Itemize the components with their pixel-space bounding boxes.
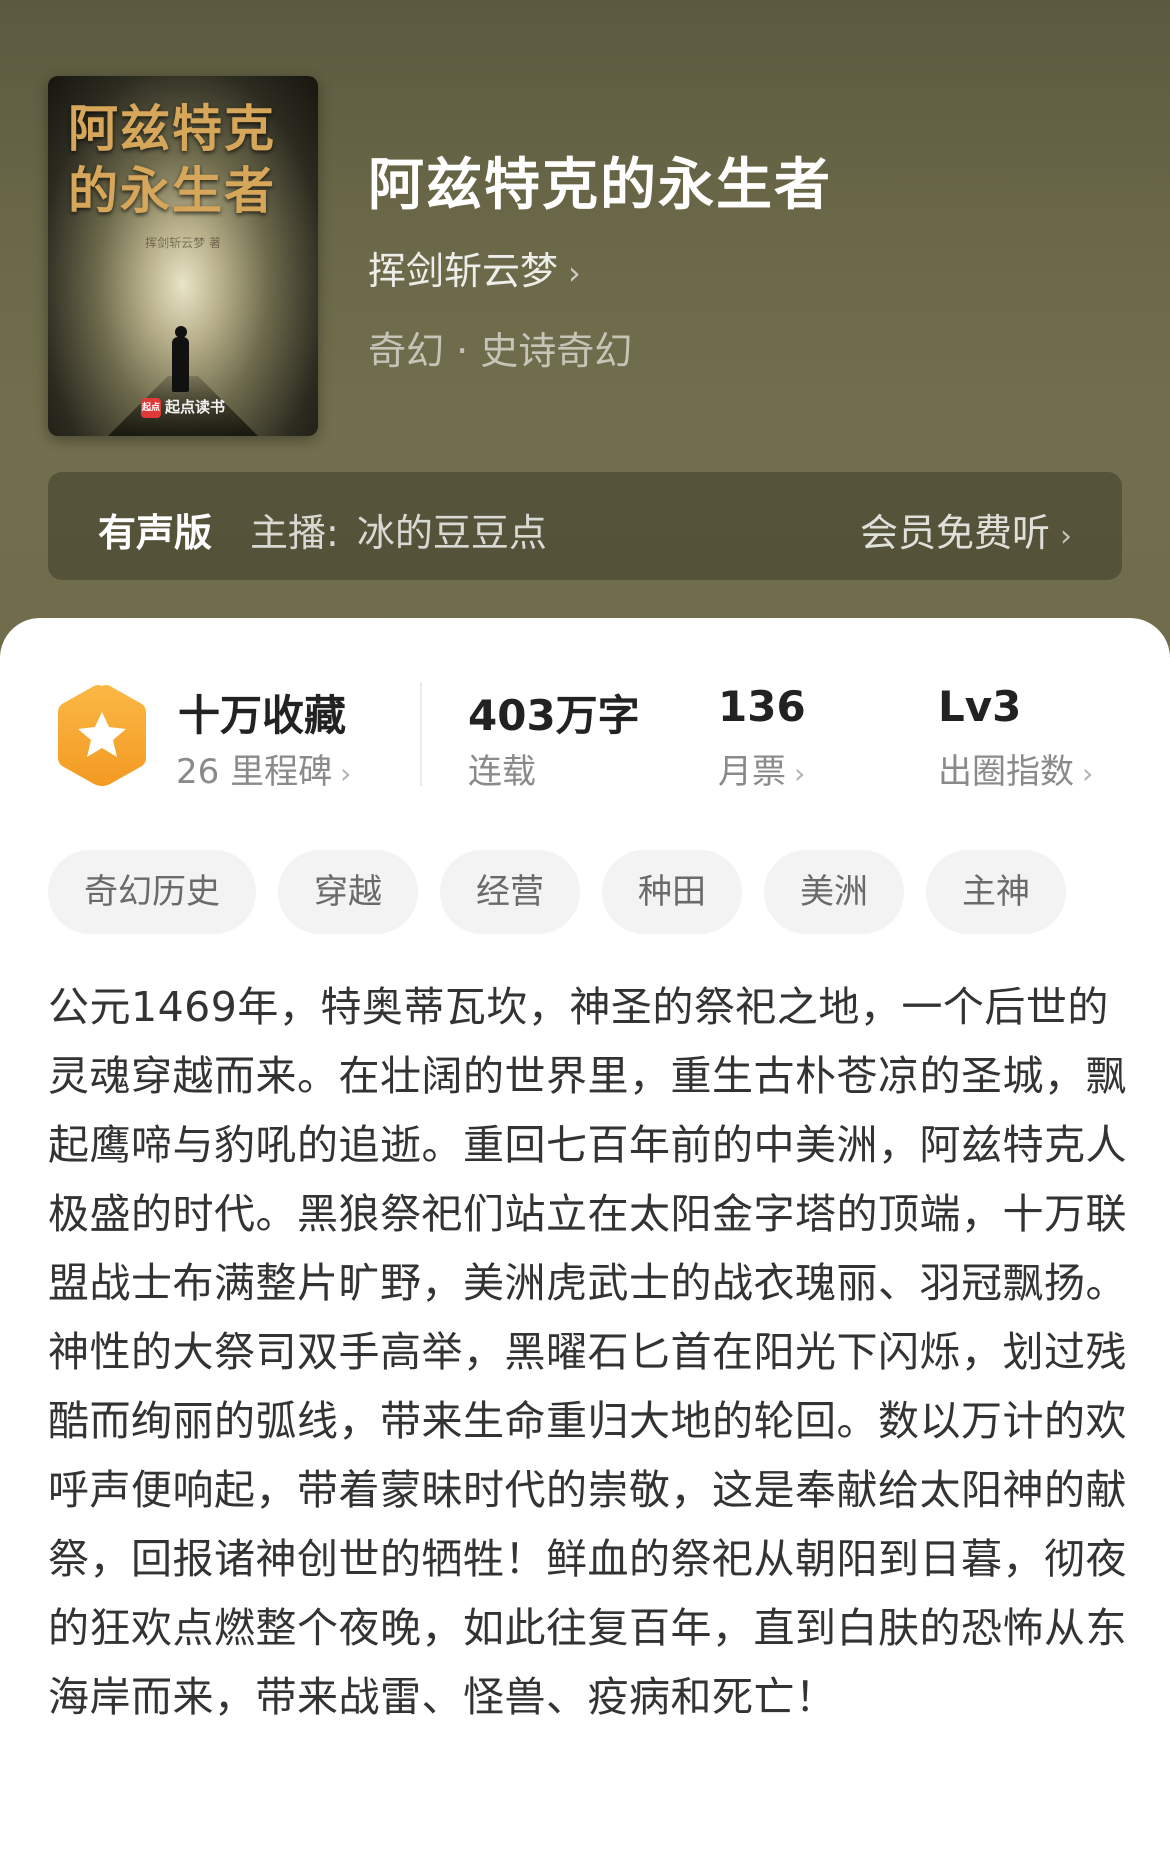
chevron-right-icon: › xyxy=(794,757,806,790)
publisher-logo-text: 起点读书 xyxy=(164,398,225,416)
publisher-logo-icon: 起点 xyxy=(140,397,161,418)
member-free-listen-label: 会员免费听 xyxy=(859,511,1050,555)
monthly-ticket-count: 136 xyxy=(718,682,806,731)
chevron-right-icon: › xyxy=(340,757,352,790)
audio-host: 主播: 冰的豆豆点 xyxy=(250,502,547,557)
audio-badge: 有声版 xyxy=(98,511,213,555)
description-paragraph: 神性的大祭司双手高举，黑曜石匕首在阳光下闪烁，划过残酷而绚丽的弧线，带来生命重归… xyxy=(48,1328,1127,1721)
cover-subtitle-art: 挥剑斩云梦 著 xyxy=(145,236,221,250)
tag-chip[interactable]: 经营 xyxy=(440,850,580,934)
stats-divider xyxy=(420,682,422,786)
book-category: 奇幻 · 史诗奇幻 xyxy=(368,329,633,373)
tag-chip[interactable]: 种田 xyxy=(602,850,742,934)
tag-chip[interactable]: 穿越 xyxy=(278,850,418,934)
author-name: 挥剑斩云梦 xyxy=(368,249,559,293)
tag-list: 奇幻历史 穿越 经营 种田 美洲 主神 xyxy=(48,850,1128,936)
chevron-right-icon: › xyxy=(1060,519,1072,554)
milestone-link[interactable]: 26 里程碑 › xyxy=(176,744,351,793)
tag-chip[interactable]: 美洲 xyxy=(764,850,904,934)
breakout-index-link[interactable]: 出圈指数 › xyxy=(938,744,1093,793)
serial-status: 连载 xyxy=(468,752,536,792)
monthly-ticket-label: 月票 xyxy=(718,752,786,792)
host-name: 冰的豆豆点 xyxy=(356,511,547,555)
author-link[interactable]: 挥剑斩云梦 › xyxy=(368,240,581,295)
book-detail-page: 阿兹特克 的永生者 挥剑斩云梦 著 起点 起点读书 阿兹特克的永生者 挥剑斩云梦 ›… xyxy=(0,0,1170,1860)
cover-figure-graphic xyxy=(170,326,190,392)
level-value: Lv3 xyxy=(938,682,1022,731)
monthly-ticket-link[interactable]: 月票 › xyxy=(718,744,805,793)
star-hexagon-icon xyxy=(58,685,146,786)
publisher-logo: 起点 起点读书 xyxy=(48,396,318,418)
collect-title: 十万收藏 xyxy=(178,691,347,740)
book-cover[interactable]: 阿兹特克 的永生者 挥剑斩云梦 著 起点 起点读书 xyxy=(48,76,318,436)
chevron-right-icon: › xyxy=(568,254,581,292)
milestone-label: 26 里程碑 xyxy=(176,752,333,792)
member-free-listen-link[interactable]: 会员免费听 › xyxy=(860,502,1072,557)
chevron-right-icon: › xyxy=(1082,757,1094,790)
book-header: 阿兹特克 的永生者 挥剑斩云梦 著 起点 起点读书 阿兹特克的永生者 挥剑斩云梦 ›… xyxy=(0,0,1170,660)
book-description: 公元1469年，特奥蒂瓦坎，神圣的祭祀之地，一个后世的灵魂穿越而来。在壮阔的世界… xyxy=(48,973,1128,1732)
word-count: 403万字 xyxy=(468,691,640,740)
tag-chip[interactable]: 奇幻历史 xyxy=(48,850,256,934)
tag-chip[interactable]: 主神 xyxy=(926,850,1066,934)
book-title: 阿兹特克的永生者 xyxy=(368,153,832,218)
book-info-card: 十万收藏 26 里程碑 › 403万字 连载 136 月票 › Lv3 出圈指数 › … xyxy=(0,618,1170,1860)
audio-version-bar[interactable]: 有声版 主播: 冰的豆豆点 会员免费听 › xyxy=(48,472,1122,580)
cover-title-art: 阿兹特克 的永生者 xyxy=(68,99,276,220)
breakout-index-label: 出圈指数 xyxy=(938,752,1074,792)
host-label: 主播: xyxy=(250,511,339,555)
description-paragraph: 公元1469年，特奥蒂瓦坎，神圣的祭祀之地，一个后世的灵魂穿越而来。在壮阔的世界… xyxy=(48,983,1127,1307)
stats-row: 十万收藏 26 里程碑 › 403万字 连载 136 月票 › Lv3 出圈指数 › xyxy=(0,618,1170,808)
